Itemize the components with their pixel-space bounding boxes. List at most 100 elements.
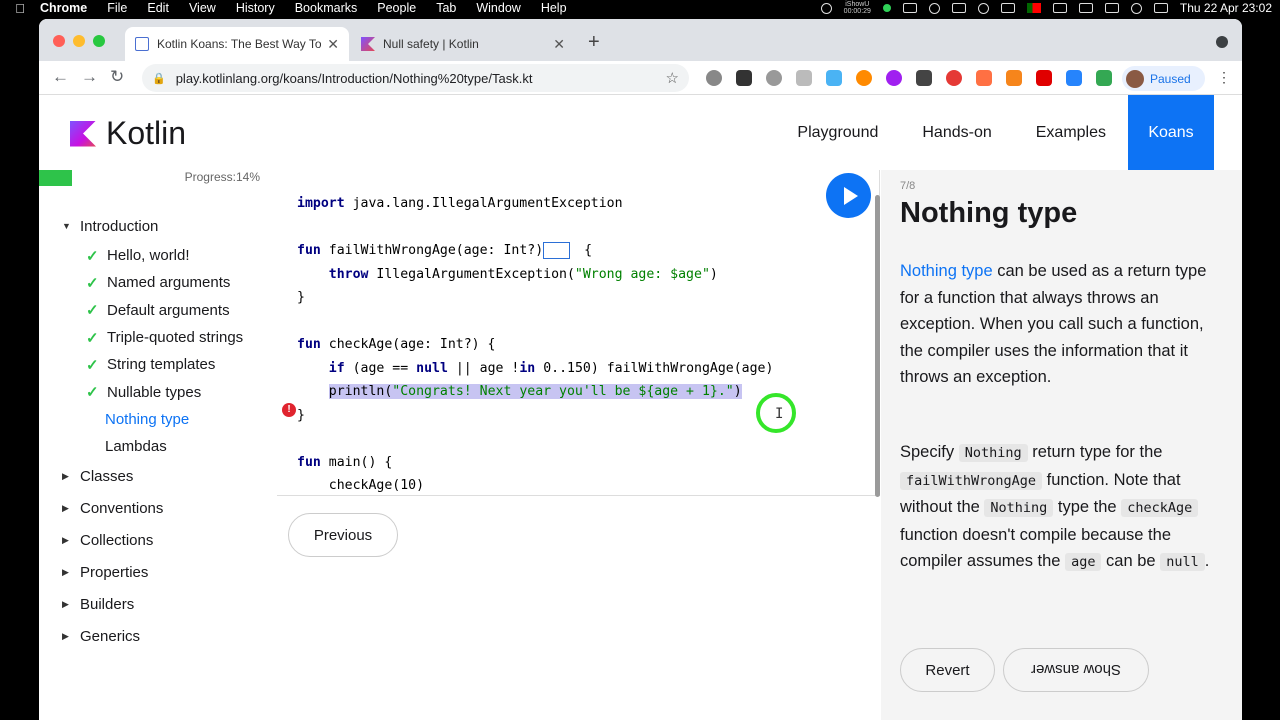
revert-button[interactable]: Revert — [900, 648, 995, 692]
menu-app[interactable]: Chrome — [40, 1, 87, 15]
bluetooth-icon[interactable] — [1052, 3, 1067, 13]
section-conventions[interactable]: ▶ Conventions — [39, 492, 277, 524]
extension-icon[interactable] — [706, 70, 722, 86]
recorder-status[interactable]: iShowU 00:00:29 — [844, 1, 871, 15]
extension-icon[interactable] — [766, 70, 782, 86]
collapsed-triangle-icon[interactable]: ▶ — [62, 567, 69, 578]
wifi-icon[interactable] — [1104, 3, 1119, 13]
menu-edit[interactable]: Edit — [147, 1, 169, 15]
extension-icon[interactable] — [976, 70, 992, 86]
nav-hands-on[interactable]: Hands-on — [900, 95, 1013, 170]
control-center-icon[interactable] — [1153, 3, 1168, 13]
previous-button[interactable]: Previous — [288, 513, 398, 557]
extension-icon[interactable] — [826, 70, 842, 86]
extension-icon[interactable] — [856, 70, 872, 86]
menu-help[interactable]: Help — [541, 1, 567, 15]
editor-scrollbar[interactable] — [875, 195, 880, 497]
extension-icon[interactable] — [946, 70, 962, 86]
koan-lambdas[interactable]: Lambdas — [39, 433, 277, 460]
battery-icon[interactable] — [1078, 3, 1093, 13]
code-text: 0..150) failWithWrongAge(age) — [535, 360, 774, 376]
koan-default-arguments[interactable]: ✓ Default arguments — [39, 297, 277, 324]
apple-icon[interactable]:  — [0, 1, 40, 16]
koan-string-templates[interactable]: ✓ String templates — [39, 351, 277, 378]
input-source-flag-icon[interactable] — [1026, 3, 1041, 13]
reload-icon[interactable]: ↻ — [110, 67, 124, 87]
return-type-placeholder[interactable] — [543, 241, 571, 259]
section-label: Conventions — [80, 499, 164, 517]
tab-search-icon[interactable] — [1216, 36, 1228, 48]
info-icon[interactable] — [977, 2, 989, 14]
menu-window[interactable]: Window — [476, 1, 520, 15]
puzzle-extensions-icon[interactable] — [1096, 68, 1112, 84]
extension-icon[interactable] — [916, 70, 932, 86]
metamask-icon[interactable] — [1006, 70, 1022, 86]
koan-label: Lambdas — [105, 438, 167, 456]
menu-history[interactable]: History — [236, 1, 275, 15]
nav-playground[interactable]: Playground — [775, 95, 900, 170]
back-arrow-icon[interactable]: ← — [52, 67, 69, 87]
koan-nothing-type[interactable]: Nothing type — [39, 406, 277, 433]
minimize-window-button[interactable] — [73, 35, 85, 47]
collapsed-triangle-icon[interactable]: ▶ — [62, 535, 69, 546]
more-menu-icon[interactable]: ⋮ — [1217, 69, 1231, 86]
extension-icon[interactable] — [1066, 70, 1082, 86]
new-tab-plus-icon[interactable]: + — [588, 31, 600, 54]
address-bar[interactable]: 🔒 play.kotlinlang.org/koans/Introduction… — [142, 64, 689, 92]
show-answer-button[interactable]: Show answer — [1003, 648, 1149, 692]
menu-people[interactable]: People — [377, 1, 416, 15]
menu-bookmarks[interactable]: Bookmarks — [295, 1, 358, 15]
section-generics[interactable]: ▶ Generics — [39, 620, 277, 652]
bookmark-star-icon[interactable]: ☆ — [666, 69, 679, 87]
keyboard-icon[interactable] — [951, 3, 966, 13]
section-properties[interactable]: ▶ Properties — [39, 556, 277, 588]
moon-icon[interactable] — [928, 2, 940, 14]
section-builders[interactable]: ▶ Builders — [39, 588, 277, 620]
collapsed-triangle-icon[interactable]: ▶ — [62, 599, 69, 610]
extension-icon[interactable] — [886, 70, 902, 86]
kotlin-logo[interactable]: Kotlin — [70, 115, 186, 152]
koan-hello-world[interactable]: ✓ Hello, world! — [39, 242, 277, 269]
extension-icon[interactable] — [736, 70, 752, 86]
section-introduction[interactable]: ▼ Introduction — [39, 210, 277, 242]
keyword: if — [328, 360, 345, 376]
menu-file[interactable]: File — [107, 1, 127, 15]
collapsed-triangle-icon[interactable]: ▶ — [62, 503, 69, 514]
menu-tab[interactable]: Tab — [436, 1, 456, 15]
nav-koans[interactable]: Koans — [1128, 95, 1214, 170]
glasses-icon[interactable] — [902, 3, 917, 13]
close-window-button[interactable] — [53, 35, 65, 47]
code-editor[interactable]: import java.lang.IllegalArgumentExceptio… — [277, 170, 880, 495]
nothing-type-link[interactable]: Nothing type — [900, 262, 993, 280]
volume-icon[interactable] — [1000, 3, 1015, 13]
extension-icon[interactable] — [796, 70, 812, 86]
close-tab-icon[interactable]: ✕ — [553, 36, 565, 53]
section-classes[interactable]: ▶ Classes — [39, 460, 277, 492]
lock-icon[interactable]: 🔒 — [152, 72, 166, 85]
text-cursor-icon: I — [775, 406, 784, 422]
profile-button[interactable]: Paused — [1122, 66, 1205, 91]
koan-nullable-types[interactable]: ✓ Nullable types — [39, 378, 277, 405]
collapsed-triangle-icon[interactable]: ▶ — [62, 471, 69, 482]
section-collections[interactable]: ▶ Collections — [39, 524, 277, 556]
status-circle-icon[interactable] — [820, 2, 832, 14]
expanded-triangle-icon[interactable]: ▼ — [62, 221, 71, 231]
code-content[interactable]: import java.lang.IllegalArgumentExceptio… — [297, 192, 773, 498]
run-button[interactable] — [826, 173, 871, 218]
koan-triple-quoted-strings[interactable]: ✓ Triple-quoted strings — [39, 324, 277, 351]
spotlight-search-icon[interactable] — [1130, 2, 1142, 14]
koan-named-arguments[interactable]: ✓ Named arguments — [39, 269, 277, 296]
close-tab-icon[interactable]: ✕ — [327, 36, 339, 53]
acrobat-icon[interactable] — [1036, 70, 1052, 86]
forward-arrow-icon[interactable]: → — [81, 67, 98, 87]
nav-examples[interactable]: Examples — [1014, 95, 1128, 170]
menu-view[interactable]: View — [189, 1, 216, 15]
tab-kotlin-koans[interactable]: Kotlin Koans: The Best Way To ✕ — [125, 27, 349, 61]
collapsed-triangle-icon[interactable]: ▶ — [62, 631, 69, 642]
error-icon[interactable]: ! — [282, 403, 296, 417]
zoom-window-button[interactable] — [93, 35, 105, 47]
menubar-clock[interactable]: Thu 22 Apr 23:02 — [1180, 1, 1272, 15]
tab-null-safety[interactable]: Null safety | Kotlin ✕ — [351, 27, 575, 61]
logo-text: Kotlin — [106, 115, 187, 151]
url-text: play.kotlinlang.org/koans/Introduction/N… — [175, 70, 533, 86]
